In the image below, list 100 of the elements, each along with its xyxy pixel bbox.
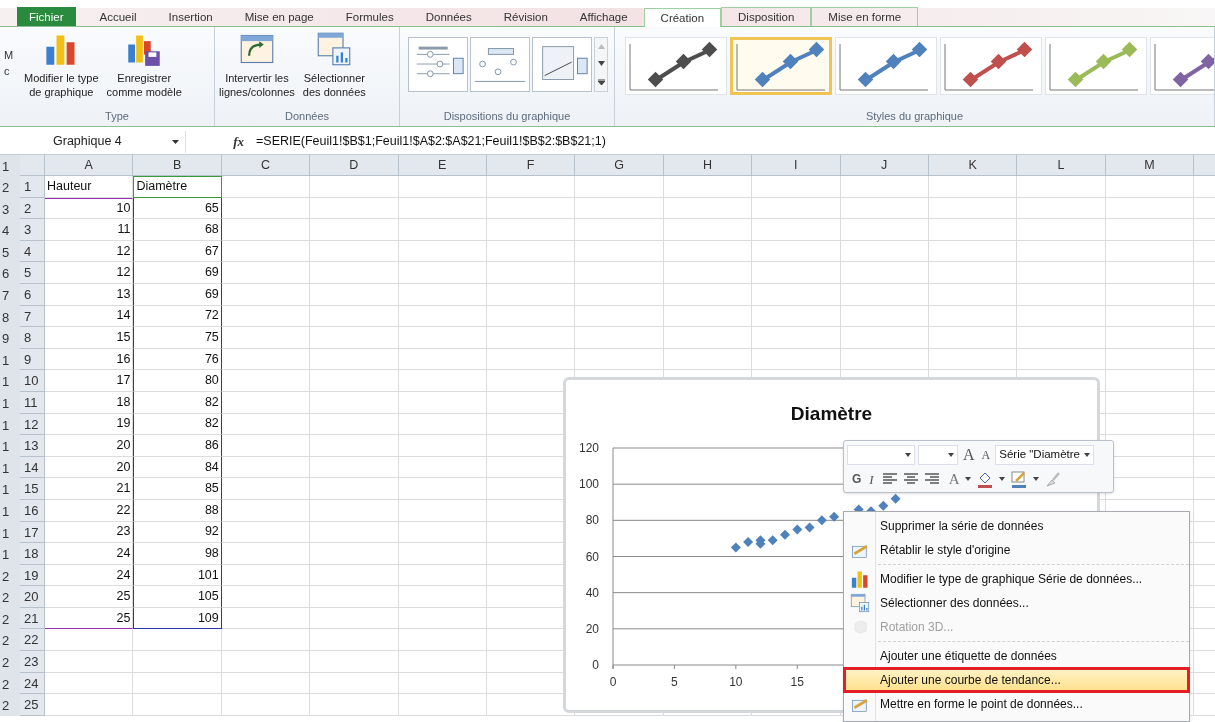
- column-header[interactable]: I: [752, 155, 841, 176]
- bold-button[interactable]: G: [852, 470, 862, 489]
- column-header[interactable]: F: [486, 155, 576, 176]
- ribbon-tab[interactable]: Formules: [329, 7, 410, 26]
- ribbon-tab[interactable]: Accueil: [83, 7, 153, 26]
- row-header[interactable]: 10: [20, 370, 45, 392]
- row-header[interactable]: 18: [20, 543, 45, 565]
- ribbon-button[interactable]: Sélectionner des données: [300, 31, 368, 99]
- column-header[interactable]: E: [398, 155, 487, 176]
- row-header[interactable]: 9: [20, 348, 45, 371]
- column-header[interactable]: M: [1105, 155, 1195, 176]
- row-header[interactable]: 25: [20, 694, 45, 716]
- row-header[interactable]: 22: [20, 629, 45, 652]
- column-header[interactable]: L: [1017, 155, 1106, 176]
- grow-font-button[interactable]: A: [961, 442, 977, 467]
- row-header[interactable]: 7: [20, 305, 45, 328]
- row-header[interactable]: 8: [20, 327, 45, 349]
- row-header[interactable]: 21: [20, 607, 45, 630]
- axis-label: 40: [585, 585, 599, 600]
- row-number: 2: [0, 629, 20, 652]
- shrink-font-button[interactable]: A: [979, 445, 993, 464]
- ribbon-tab[interactable]: Affichage: [563, 7, 644, 26]
- align-icon[interactable]: [902, 472, 919, 487]
- column-header[interactable]: B: [133, 155, 222, 176]
- ribbon-button[interactable]: Modifier le type de graphique: [22, 31, 101, 99]
- column-header[interactable]: D: [310, 155, 399, 176]
- table-cell: 82: [133, 391, 222, 414]
- ribbon-tab[interactable]: Données: [409, 7, 488, 26]
- row-number: 7: [0, 283, 20, 306]
- table-cell: 69: [133, 262, 222, 284]
- row-header[interactable]: 2: [20, 197, 45, 220]
- column-header[interactable]: K: [928, 155, 1018, 176]
- cut-label: c: [4, 64, 11, 79]
- font-color-button[interactable]: A: [948, 468, 960, 491]
- table-cell: Diamètre: [133, 176, 222, 198]
- row-header[interactable]: 12: [20, 413, 45, 436]
- ribbon-tab[interactable]: Disposition: [721, 7, 812, 26]
- series-dropdown[interactable]: Série "Diamètre: [995, 444, 1094, 465]
- row-header[interactable]: 23: [20, 651, 45, 673]
- layout-thumbnail[interactable]: [532, 37, 592, 92]
- table-cell: 98: [133, 543, 222, 565]
- table-cell: 23: [45, 521, 134, 544]
- data-point[interactable]: [816, 515, 827, 526]
- data-point[interactable]: [829, 511, 840, 522]
- align-icon[interactable]: [923, 472, 940, 487]
- row-header[interactable]: 17: [20, 521, 45, 544]
- axis-label: 15: [790, 675, 804, 689]
- data-point[interactable]: [730, 542, 741, 553]
- caret-icon: [948, 452, 954, 457]
- column-header[interactable]: J: [840, 155, 929, 176]
- row-header[interactable]: 19: [20, 564, 45, 587]
- row-header[interactable]: 14: [20, 456, 45, 479]
- column-header[interactable]: A: [45, 155, 134, 176]
- row-header[interactable]: 5: [20, 262, 45, 284]
- italic-button[interactable]: I: [866, 469, 877, 489]
- ribbon-tab[interactable]: Mise en page: [228, 7, 330, 26]
- pen-icon[interactable]: [1009, 470, 1028, 489]
- ribbon-tab[interactable]: Fichier: [17, 7, 76, 26]
- row-header[interactable]: 13: [20, 435, 45, 457]
- row-number: 1: [0, 348, 20, 371]
- expand-gallery-icon[interactable]: [597, 78, 605, 85]
- fill-bucket-icon[interactable]: [975, 470, 994, 489]
- ribbon-tab[interactable]: Mise en forme: [811, 7, 919, 26]
- ribbon-button[interactable]: Intervertir les lignes/colonnes: [217, 31, 297, 99]
- group-label: Dispositions du graphique: [443, 108, 571, 124]
- row-header[interactable]: 20: [20, 586, 45, 608]
- row-header[interactable]: 11: [20, 391, 45, 414]
- ribbon-button[interactable]: Enregistrer comme modèle: [104, 31, 184, 99]
- caret-icon: [998, 477, 1005, 482]
- data-point[interactable]: [804, 522, 815, 533]
- column-header[interactable]: H: [663, 155, 753, 176]
- row-header[interactable]: 1: [20, 176, 45, 198]
- tick-mark: [735, 664, 737, 670]
- column-header[interactable]: C: [221, 155, 311, 176]
- ribbon-tab[interactable]: Révision: [487, 7, 564, 26]
- row-header[interactable]: 4: [20, 240, 45, 263]
- axis-label: 20: [585, 621, 599, 636]
- row-header[interactable]: 6: [20, 283, 45, 306]
- function-button[interactable]: fx: [233, 131, 244, 152]
- data-point[interactable]: [780, 529, 790, 540]
- scroll-down-icon[interactable]: [597, 61, 605, 67]
- formula-field[interactable]: =SERIE(Feuil1!$B$1;Feuil1!$A$2:$A$21;Feuil1!$B$2:$B$21;1): [250, 132, 606, 151]
- row-header[interactable]: 16: [20, 499, 45, 522]
- column-header[interactable]: G: [575, 155, 664, 176]
- ribbon-tab[interactable]: Création: [643, 8, 722, 27]
- menu-item[interactable]: Ajouter une courbe de tendance...: [844, 668, 1189, 692]
- data-point[interactable]: [767, 535, 778, 546]
- row-header[interactable]: 3: [20, 219, 45, 241]
- layout-thumbnail[interactable]: [408, 37, 468, 92]
- ribbon-tab[interactable]: Insertion: [152, 7, 229, 26]
- row-header[interactable]: 24: [20, 672, 45, 695]
- layout-thumbnail[interactable]: [470, 37, 530, 92]
- row-number: 2: [0, 607, 20, 630]
- name-box[interactable]: Graphique 4: [20, 130, 185, 153]
- table-cell: 84: [133, 456, 222, 479]
- row-header[interactable]: 15: [20, 478, 45, 500]
- data-point[interactable]: [792, 524, 803, 535]
- data-point[interactable]: [743, 537, 754, 548]
- chart-title: Diamètre: [790, 402, 873, 426]
- align-icon[interactable]: [881, 472, 898, 487]
